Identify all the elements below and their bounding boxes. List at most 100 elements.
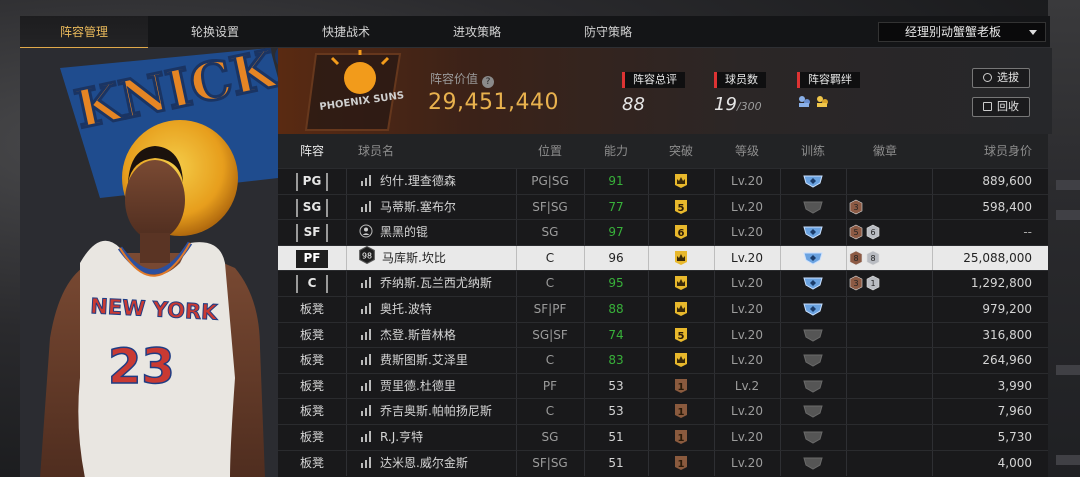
breakthrough-cell[interactable] bbox=[648, 271, 714, 296]
chemistry-icon-gold[interactable] bbox=[815, 94, 829, 108]
svg-text:5: 5 bbox=[678, 331, 685, 342]
badges-cell[interactable] bbox=[846, 348, 932, 373]
badge-medal-icon: 8 bbox=[866, 250, 880, 266]
stat-players-value: 19/300 bbox=[714, 94, 762, 115]
player-portrait: KNICKS NEW YORK 23 bbox=[20, 48, 278, 477]
tab-offense[interactable]: 进攻策略 bbox=[413, 16, 541, 48]
training-cell[interactable] bbox=[780, 323, 846, 348]
player-position: SF|SG bbox=[532, 199, 568, 214]
slot-tag: 板凳 bbox=[299, 378, 324, 393]
training-cell[interactable] bbox=[780, 348, 846, 373]
training-icon bbox=[803, 201, 823, 214]
table-row[interactable]: 板凳 乔吉奥斯.帕帕扬尼斯 C 53 1 Lv.20 7,960 bbox=[278, 398, 1048, 425]
filter-button[interactable]: 选拔 bbox=[972, 68, 1030, 88]
badges-cell[interactable] bbox=[846, 169, 932, 194]
training-cell[interactable] bbox=[780, 297, 846, 322]
player-level: Lv.20 bbox=[731, 276, 763, 291]
table-row[interactable]: 板凳 杰登.斯普林格 SG|SF 74 5 Lv.20 316,800 bbox=[278, 321, 1048, 348]
team-select[interactable]: 经理别动蟹蟹老板 bbox=[878, 22, 1046, 42]
breakthrough-cell[interactable] bbox=[648, 246, 714, 271]
breakthrough-cell[interactable]: 1 bbox=[648, 399, 714, 424]
table-row[interactable]: 板凳 R.J.亨特 SG 51 1 Lv.20 5,730 bbox=[278, 424, 1048, 450]
tab-lineup[interactable]: 阵容管理 bbox=[20, 16, 148, 49]
breakthrough-cell[interactable] bbox=[648, 169, 714, 194]
recycle-button[interactable]: 回收 bbox=[972, 97, 1030, 117]
breakthrough-badge-icon: 5 bbox=[675, 327, 687, 342]
table-row[interactable]: 板凳 贾里德.杜德里 PF 53 1 Lv.2 3,990 bbox=[278, 372, 1048, 399]
breakthrough-badge-icon: 1 bbox=[675, 455, 687, 470]
player-name[interactable]: 乔吉奥斯.帕帕扬尼斯 bbox=[358, 399, 518, 424]
player-name[interactable]: 贾里德.杜德里 bbox=[358, 374, 518, 399]
breakthrough-cell[interactable]: 6 bbox=[648, 220, 714, 245]
table-row[interactable]: C 乔纳斯.瓦兰西尤纳斯 C 95 Lv.20 3 1 1,292,800 bbox=[278, 270, 1048, 297]
table-row[interactable]: SG 马蒂斯.塞布尔 SF|SG 77 5 Lv.20 3 598,400 bbox=[278, 193, 1048, 220]
stat-rating-value: 88 bbox=[622, 94, 645, 115]
player-name[interactable]: R.J.亨特 bbox=[358, 425, 518, 450]
player-name[interactable]: 马蒂斯.塞布尔 bbox=[358, 195, 518, 220]
breakthrough-cell[interactable]: 1 bbox=[648, 425, 714, 450]
recycle-icon bbox=[983, 102, 992, 111]
stats-bars-icon bbox=[361, 379, 371, 391]
training-cell[interactable] bbox=[780, 246, 846, 271]
table-header: 阵容 球员名 位置 能力 突破 等级 训练 徽章 球员身价 bbox=[278, 134, 1048, 168]
help-icon[interactable]: ? bbox=[482, 76, 495, 88]
tab-bar: 阵容管理 轮换设置 快捷战术 进攻策略 防守策略 经理别动蟹蟹老板 bbox=[20, 16, 1050, 49]
training-cell[interactable] bbox=[780, 399, 846, 424]
breakthrough-cell[interactable]: 5 bbox=[648, 195, 714, 220]
player-name[interactable]: 杰登.斯普林格 bbox=[358, 323, 518, 348]
badges-cell[interactable] bbox=[846, 297, 932, 322]
svg-text:8: 8 bbox=[870, 254, 875, 263]
lineup-value-label: 阵容价值? bbox=[430, 70, 495, 88]
table-row[interactable]: SF 黑黑的锟 SG 97 6 Lv.20 5 6 -- bbox=[278, 219, 1048, 246]
svg-text:98: 98 bbox=[362, 251, 372, 260]
svg-text:1: 1 bbox=[678, 407, 685, 418]
training-cell[interactable] bbox=[780, 220, 846, 245]
player-level: Lv.20 bbox=[731, 455, 763, 470]
training-cell[interactable] bbox=[780, 425, 846, 450]
player-level: Lv.20 bbox=[731, 430, 763, 444]
stats-bars-icon bbox=[361, 456, 371, 468]
badge-medal-icon: 5 bbox=[849, 224, 863, 240]
player-name[interactable]: 乔纳斯.瓦兰西尤纳斯 bbox=[358, 271, 518, 296]
training-cell[interactable] bbox=[780, 271, 846, 296]
breakthrough-cell[interactable]: 1 bbox=[648, 451, 714, 476]
tab-quick-tactics[interactable]: 快捷战术 bbox=[282, 16, 410, 48]
breakthrough-cell[interactable]: 1 bbox=[648, 374, 714, 399]
badges-cell[interactable] bbox=[846, 399, 932, 424]
player-name[interactable]: 达米恩.威尔金斯 bbox=[358, 451, 518, 476]
badges-cell[interactable]: 56 bbox=[846, 220, 932, 245]
badges-cell[interactable]: 88 bbox=[846, 246, 932, 271]
svg-text:5: 5 bbox=[678, 203, 685, 214]
badges-cell[interactable]: 31 bbox=[846, 271, 932, 296]
player-value: 889,600 bbox=[982, 174, 1032, 188]
tab-defense[interactable]: 防守策略 bbox=[544, 16, 672, 48]
training-cell[interactable] bbox=[780, 374, 846, 399]
badges-cell[interactable] bbox=[846, 323, 932, 348]
table-row[interactable]: PG 约什.理查德森 PG|SG 91 Lv.20 889,600 bbox=[278, 168, 1048, 194]
chemistry-icon-blue[interactable] bbox=[797, 94, 811, 108]
stats-bars-icon bbox=[361, 303, 371, 314]
badges-cell[interactable] bbox=[846, 451, 932, 476]
player-name[interactable]: 奥托.波特 bbox=[358, 297, 518, 322]
table-row[interactable]: 板凳 费斯图斯.艾泽里 C 83 Lv.20 264,960 bbox=[278, 347, 1048, 374]
table-row[interactable]: PF 98 马库斯.坎比 C 96 Lv.20 8 8 25,088,000 bbox=[278, 244, 1048, 271]
tab-rotation[interactable]: 轮换设置 bbox=[151, 16, 279, 48]
player-name[interactable]: 98 马库斯.坎比 bbox=[358, 245, 518, 271]
table-row[interactable]: 板凳 达米恩.威尔金斯 SF|SG 51 1 Lv.20 4,000 bbox=[278, 449, 1048, 476]
table-row[interactable]: 板凳 奥托.波特 SF|PF 88 Lv.20 979,200 bbox=[278, 296, 1048, 322]
player-name[interactable]: 约什.理查德森 bbox=[358, 169, 518, 194]
player-name[interactable]: 黑黑的锟 bbox=[358, 220, 518, 245]
badges-cell[interactable] bbox=[846, 425, 932, 450]
training-cell[interactable] bbox=[780, 169, 846, 194]
breakthrough-cell[interactable]: 5 bbox=[648, 323, 714, 348]
player-value: 5,730 bbox=[997, 430, 1032, 444]
training-cell[interactable] bbox=[780, 195, 846, 220]
training-cell[interactable] bbox=[780, 451, 846, 476]
breakthrough-cell[interactable] bbox=[648, 348, 714, 373]
player-level: Lv.20 bbox=[731, 302, 763, 316]
badge-medal-icon: 1 bbox=[866, 276, 880, 291]
badges-cell[interactable] bbox=[846, 374, 932, 399]
badges-cell[interactable]: 3 bbox=[846, 195, 932, 220]
player-name[interactable]: 费斯图斯.艾泽里 bbox=[358, 348, 518, 373]
breakthrough-cell[interactable] bbox=[648, 297, 714, 322]
